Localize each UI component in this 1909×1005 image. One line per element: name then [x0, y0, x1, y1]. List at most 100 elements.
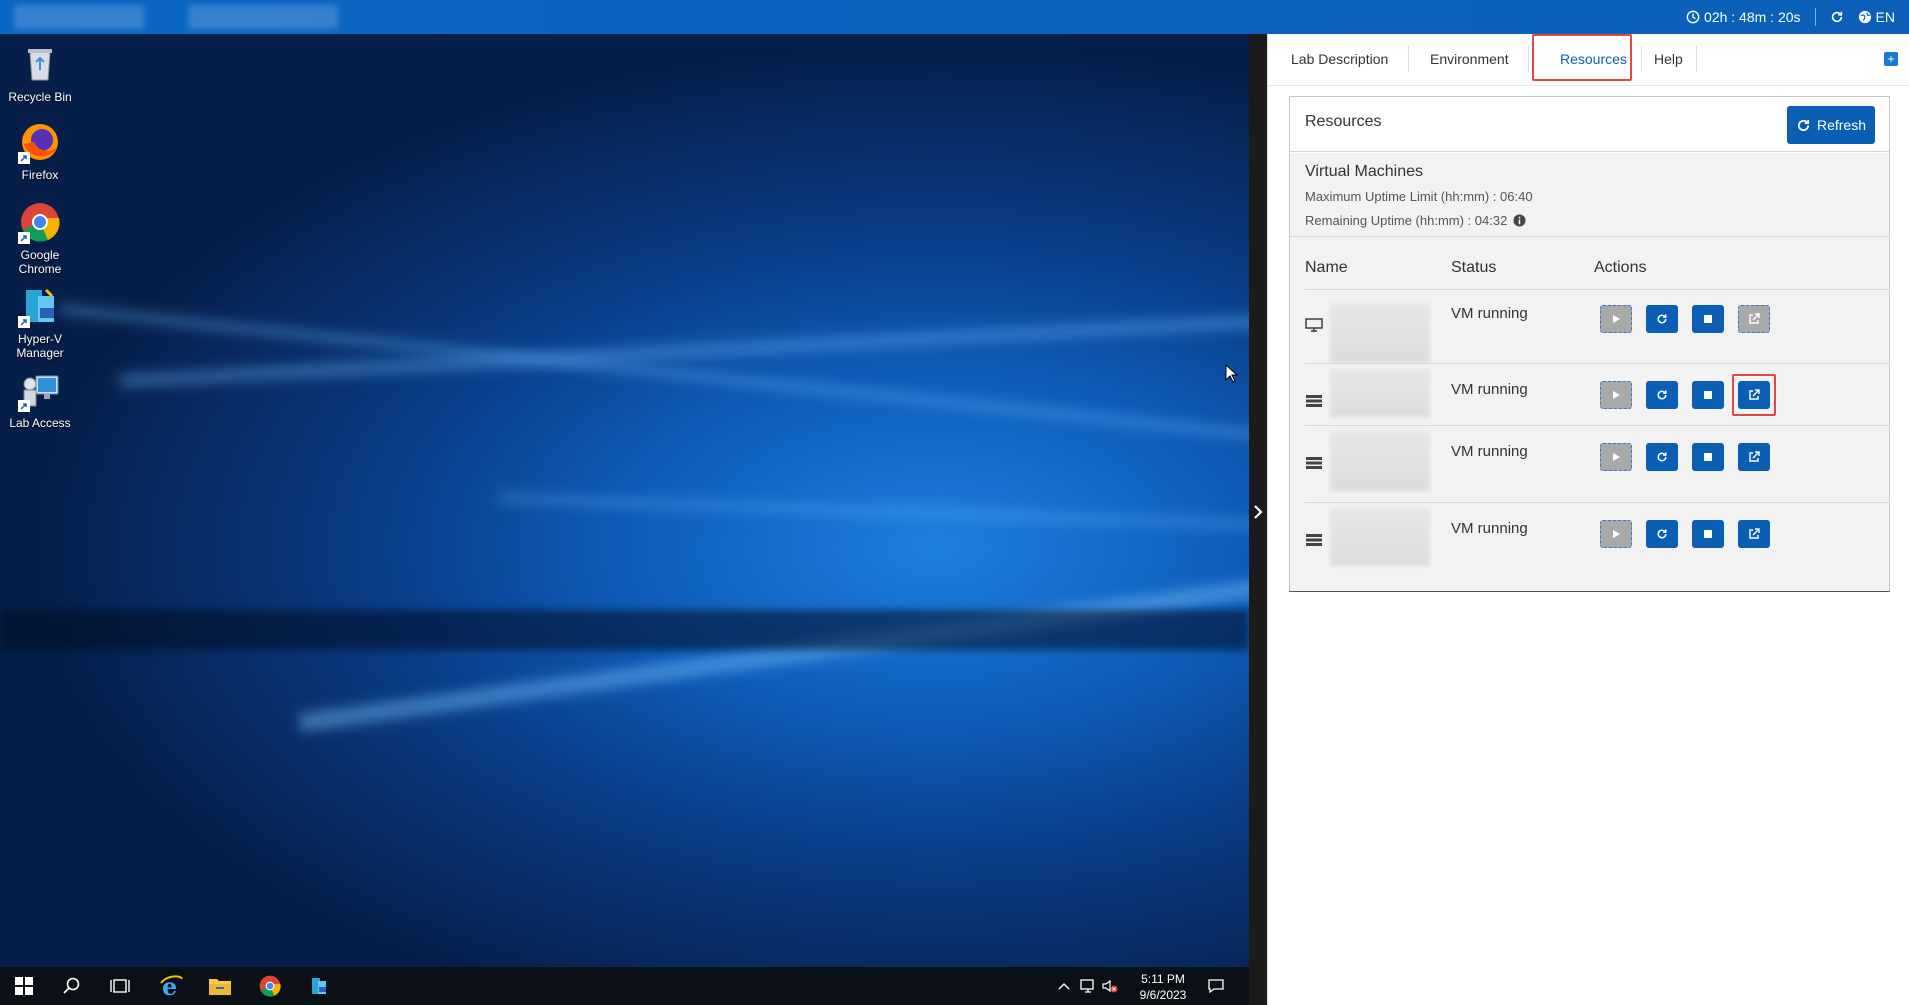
start-vm-button[interactable]: [1600, 520, 1632, 548]
shortcut-arrow-icon: [18, 400, 30, 412]
desktop-icon-label: Lab Access: [9, 416, 71, 430]
wallpaper-beam: [499, 494, 1249, 530]
remote-desktop[interactable]: Recycle Bin Firefox Google Chrome Hyper-…: [0, 34, 1249, 967]
refresh-icon: [1657, 452, 1667, 462]
refresh-button[interactable]: Refresh: [1787, 106, 1875, 144]
refresh-icon: [1797, 119, 1810, 131]
restart-vm-button[interactable]: [1646, 520, 1678, 548]
stop-vm-button[interactable]: [1692, 520, 1724, 548]
stop-vm-button[interactable]: [1692, 443, 1724, 471]
vm-status: VM running: [1451, 381, 1528, 398]
mouse-cursor-icon: [1225, 364, 1239, 383]
vm-status: VM running: [1451, 305, 1528, 322]
restart-vm-button[interactable]: [1646, 305, 1678, 333]
clock-icon: [1686, 10, 1700, 24]
internet-explorer-icon: e: [160, 974, 183, 998]
stop-vm-button[interactable]: [1692, 305, 1724, 333]
panel-tabs: Lab Description Environment Resources He…: [1268, 34, 1909, 86]
open-vm-button[interactable]: [1738, 305, 1770, 333]
vm-name-redacted: [1330, 369, 1430, 417]
tray-network[interactable]: [1076, 967, 1100, 1005]
chevron-up-icon: [1058, 983, 1070, 990]
vm-name-redacted: [1330, 431, 1430, 491]
play-icon: [1613, 315, 1620, 323]
top-bar: 02h : 48m : 20s EN: [0, 0, 1909, 34]
vm-name-redacted: [1330, 508, 1430, 566]
hyper-v-manager-icon: [18, 284, 62, 328]
desktop-icon-lab-access[interactable]: Lab Access: [4, 368, 76, 430]
desktop-icon-label: Firefox: [21, 168, 59, 182]
firefox-icon: [18, 120, 62, 164]
open-vm-button[interactable]: [1738, 520, 1770, 548]
stop-icon: [1704, 453, 1712, 461]
open-vm-button[interactable]: [1738, 443, 1770, 471]
desktop-icon-recycle-bin[interactable]: Recycle Bin: [4, 42, 76, 104]
task-view-button[interactable]: [100, 967, 140, 1005]
remaining-uptime-text: Remaining Uptime (hh:mm) : 04:32: [1305, 213, 1508, 228]
play-icon: [1613, 453, 1620, 461]
max-uptime-text: Maximum Uptime Limit (hh:mm) : 06:40: [1305, 189, 1533, 204]
taskbar-clock[interactable]: 5:11 PM 9/6/2023: [1118, 971, 1208, 1003]
language-selector[interactable]: EN: [1858, 9, 1895, 25]
taskbar: e 5:11 PM 9/6/2023: [0, 967, 1249, 1005]
server-icon: [1306, 534, 1322, 546]
panel-splitter[interactable]: [1249, 34, 1267, 1005]
vm-section-title: Virtual Machines: [1305, 163, 1423, 180]
tab-environment[interactable]: Environment: [1418, 46, 1521, 72]
shortcut-arrow-icon: [18, 232, 30, 244]
tab-help[interactable]: Help: [1642, 46, 1695, 72]
tab-divider: [1408, 46, 1409, 72]
start-vm-button[interactable]: [1600, 305, 1632, 333]
notification-icon: [1208, 979, 1224, 994]
open-vm-highlight: [1732, 374, 1776, 416]
task-view-icon: [110, 979, 130, 993]
section-divider: [1290, 236, 1889, 237]
lab-access-icon: [18, 368, 62, 412]
desktop-icon-chrome[interactable]: Google Chrome: [4, 200, 76, 276]
expand-panel-icon[interactable]: +: [1884, 52, 1898, 66]
language-label: EN: [1875, 9, 1895, 25]
restart-vm-button[interactable]: [1646, 443, 1678, 471]
row-divider: [1305, 502, 1889, 503]
taskbar-file-explorer[interactable]: [200, 967, 240, 1005]
taskbar-hyper-v[interactable]: [299, 967, 339, 1005]
refresh-icon[interactable]: [1830, 10, 1844, 24]
network-icon: [1080, 979, 1094, 993]
search-button[interactable]: [52, 967, 92, 1005]
tab-lab-description[interactable]: Lab Description: [1279, 46, 1400, 72]
refresh-icon: [1657, 390, 1667, 400]
start-vm-button[interactable]: [1600, 443, 1632, 471]
external-link-icon: [1749, 528, 1760, 539]
resources-tab-highlight: [1532, 34, 1632, 81]
desktop-icon-label: Recycle Bin: [8, 90, 72, 104]
globe-icon: [1858, 10, 1871, 24]
desktop-icon-firefox[interactable]: Firefox: [4, 120, 76, 182]
external-link-icon: [1749, 313, 1760, 324]
wallpaper-beam: [298, 574, 1249, 732]
start-button[interactable]: [4, 967, 44, 1005]
refresh-icon: [1657, 529, 1667, 539]
recycle-bin-icon: [18, 42, 62, 86]
lab-side-panel: Lab Description Environment Resources He…: [1267, 34, 1909, 1005]
shortcut-arrow-icon: [18, 152, 30, 164]
tab-divider: [1696, 46, 1697, 72]
desktop-icon-hyper-v[interactable]: Hyper-V Manager: [4, 284, 76, 360]
action-center-button[interactable]: [1196, 967, 1236, 1005]
resources-card-header: Resources Refresh: [1290, 97, 1889, 152]
tray-overflow-button[interactable]: [1052, 967, 1076, 1005]
info-icon[interactable]: [1513, 214, 1526, 227]
lab-timer: 02h : 48m : 20s: [1686, 9, 1801, 25]
chevron-right-icon[interactable]: [1253, 504, 1263, 520]
taskbar-chrome[interactable]: [250, 967, 290, 1005]
stop-vm-button[interactable]: [1692, 381, 1724, 409]
restart-vm-button[interactable]: [1646, 381, 1678, 409]
column-header-actions: Actions: [1594, 259, 1647, 276]
blurred-subtitle: [188, 5, 338, 29]
vm-status: VM running: [1451, 520, 1528, 537]
taskbar-ie[interactable]: e: [151, 967, 191, 1005]
start-vm-button[interactable]: [1600, 381, 1632, 409]
stop-icon: [1704, 315, 1712, 323]
play-icon: [1613, 530, 1620, 538]
server-icon: [1306, 395, 1322, 407]
search-icon: [63, 977, 80, 994]
